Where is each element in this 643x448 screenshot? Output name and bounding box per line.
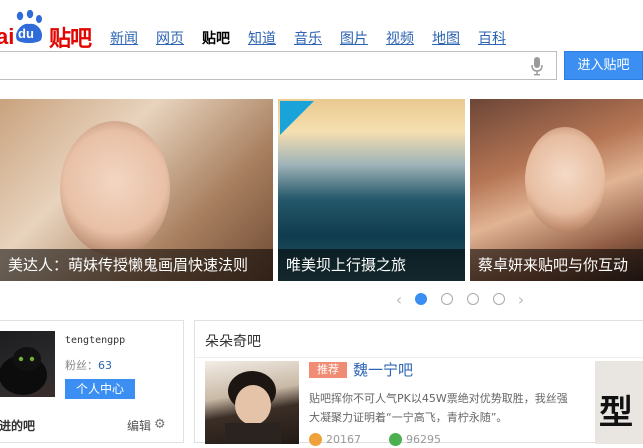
chevron-left-icon[interactable]: ‹ bbox=[390, 290, 408, 309]
fans-label: 粉丝： bbox=[65, 359, 98, 372]
avatar[interactable] bbox=[0, 331, 55, 397]
post-thumbnail[interactable] bbox=[205, 361, 299, 445]
pager-dot[interactable] bbox=[467, 293, 479, 305]
post-summary: 贴吧挥你不可人气PK以45W票绝对优势取胜，我丝强大凝聚力证明着“一宁高飞，青柠… bbox=[309, 392, 568, 424]
slide-caption: 美达人：萌妹传授懒鬼画眉快速法则 bbox=[0, 249, 273, 281]
nav-images[interactable]: 图片 bbox=[340, 28, 368, 48]
personal-center-button[interactable]: 个人中心 bbox=[65, 379, 135, 399]
bar-name-link[interactable]: 魏一宁吧 bbox=[353, 359, 413, 380]
nav-zhidao[interactable]: 知道 bbox=[248, 28, 276, 48]
stat-replies-value: 96295 bbox=[406, 433, 441, 446]
carousel: 美达人：萌妹传授懒鬼画眉快速法则 唯美坝上行摄之旅 蔡卓妍来贴吧与你互动 bbox=[0, 99, 643, 281]
nav-video[interactable]: 视频 bbox=[386, 28, 414, 48]
recommend-badge: 推荐 bbox=[309, 362, 347, 378]
user-panel: tengtengpp 粉丝：63 个人中心 进的吧 编辑 ⚙ bbox=[0, 320, 184, 443]
stat-views-value: 20167 bbox=[326, 433, 361, 446]
carousel-slide[interactable]: 蔡卓妍来贴吧与你互动 bbox=[470, 99, 643, 281]
pager-dot[interactable] bbox=[415, 293, 427, 305]
stat-views: 20167 bbox=[309, 433, 361, 446]
stat-replies: 96295 bbox=[389, 433, 441, 446]
carousel-slide[interactable]: 美达人：萌妹传授懒鬼画眉快速法则 bbox=[0, 99, 273, 281]
carousel-pager: ‹ › bbox=[390, 290, 530, 309]
baidu-tieba-logo[interactable]: ai du 贴吧 bbox=[0, 6, 92, 52]
logo-text-tieba: 贴吧 bbox=[49, 27, 92, 52]
nav-map[interactable]: 地图 bbox=[432, 28, 460, 48]
header: ai du 贴吧 新闻 网页 贴吧 知道 音乐 图片 视频 地图 百科 进入贴吧 bbox=[0, 0, 643, 96]
enter-tieba-button[interactable]: 进入贴吧 bbox=[564, 51, 643, 80]
divider bbox=[195, 357, 643, 358]
recommend-panel: 朵朵奇吧 推荐 魏一宁吧 贴吧挥你不可人气PK以45W票绝对优势取胜，我丝强大凝… bbox=[194, 320, 643, 446]
fans-count: 粉丝：63 bbox=[65, 357, 112, 373]
search-input[interactable] bbox=[0, 51, 557, 80]
username[interactable]: tengtengpp bbox=[65, 335, 125, 346]
corner-tag bbox=[280, 101, 314, 135]
edit-link[interactable]: 编辑 bbox=[127, 417, 151, 434]
top-nav: 新闻 网页 贴吧 知道 音乐 图片 视频 地图 百科 bbox=[110, 28, 524, 48]
slide-image bbox=[60, 121, 170, 256]
slide-image bbox=[525, 127, 605, 232]
nav-tieba[interactable]: 贴吧 bbox=[202, 28, 230, 48]
comment-icon bbox=[389, 433, 402, 446]
carousel-slide[interactable]: 唯美坝上行摄之旅 bbox=[278, 99, 465, 281]
nav-music[interactable]: 音乐 bbox=[294, 28, 322, 48]
gear-icon[interactable]: ⚙ bbox=[154, 417, 166, 432]
slide-caption: 蔡卓妍来贴吧与你互动 bbox=[470, 249, 643, 281]
microphone-icon[interactable] bbox=[530, 56, 544, 76]
eye-icon bbox=[309, 433, 322, 446]
nav-baike[interactable]: 百科 bbox=[478, 28, 506, 48]
slide-caption: 唯美坝上行摄之旅 bbox=[278, 249, 465, 281]
person-photo bbox=[225, 371, 281, 445]
nav-news[interactable]: 新闻 bbox=[110, 28, 138, 48]
logo-text-du: du bbox=[18, 26, 34, 41]
my-bars-title: 进的吧 bbox=[0, 419, 36, 433]
section-title: 朵朵奇吧 bbox=[205, 334, 261, 350]
fans-value[interactable]: 63 bbox=[98, 359, 112, 372]
side-thumbnail-text: 型 bbox=[599, 393, 633, 433]
pager-dot[interactable] bbox=[441, 293, 453, 305]
chevron-right-icon[interactable]: › bbox=[512, 290, 530, 309]
pager-dot[interactable] bbox=[493, 293, 505, 305]
nav-web[interactable]: 网页 bbox=[156, 28, 184, 48]
cat-icon bbox=[0, 347, 47, 395]
side-thumbnail[interactable]: 型 bbox=[595, 361, 643, 444]
